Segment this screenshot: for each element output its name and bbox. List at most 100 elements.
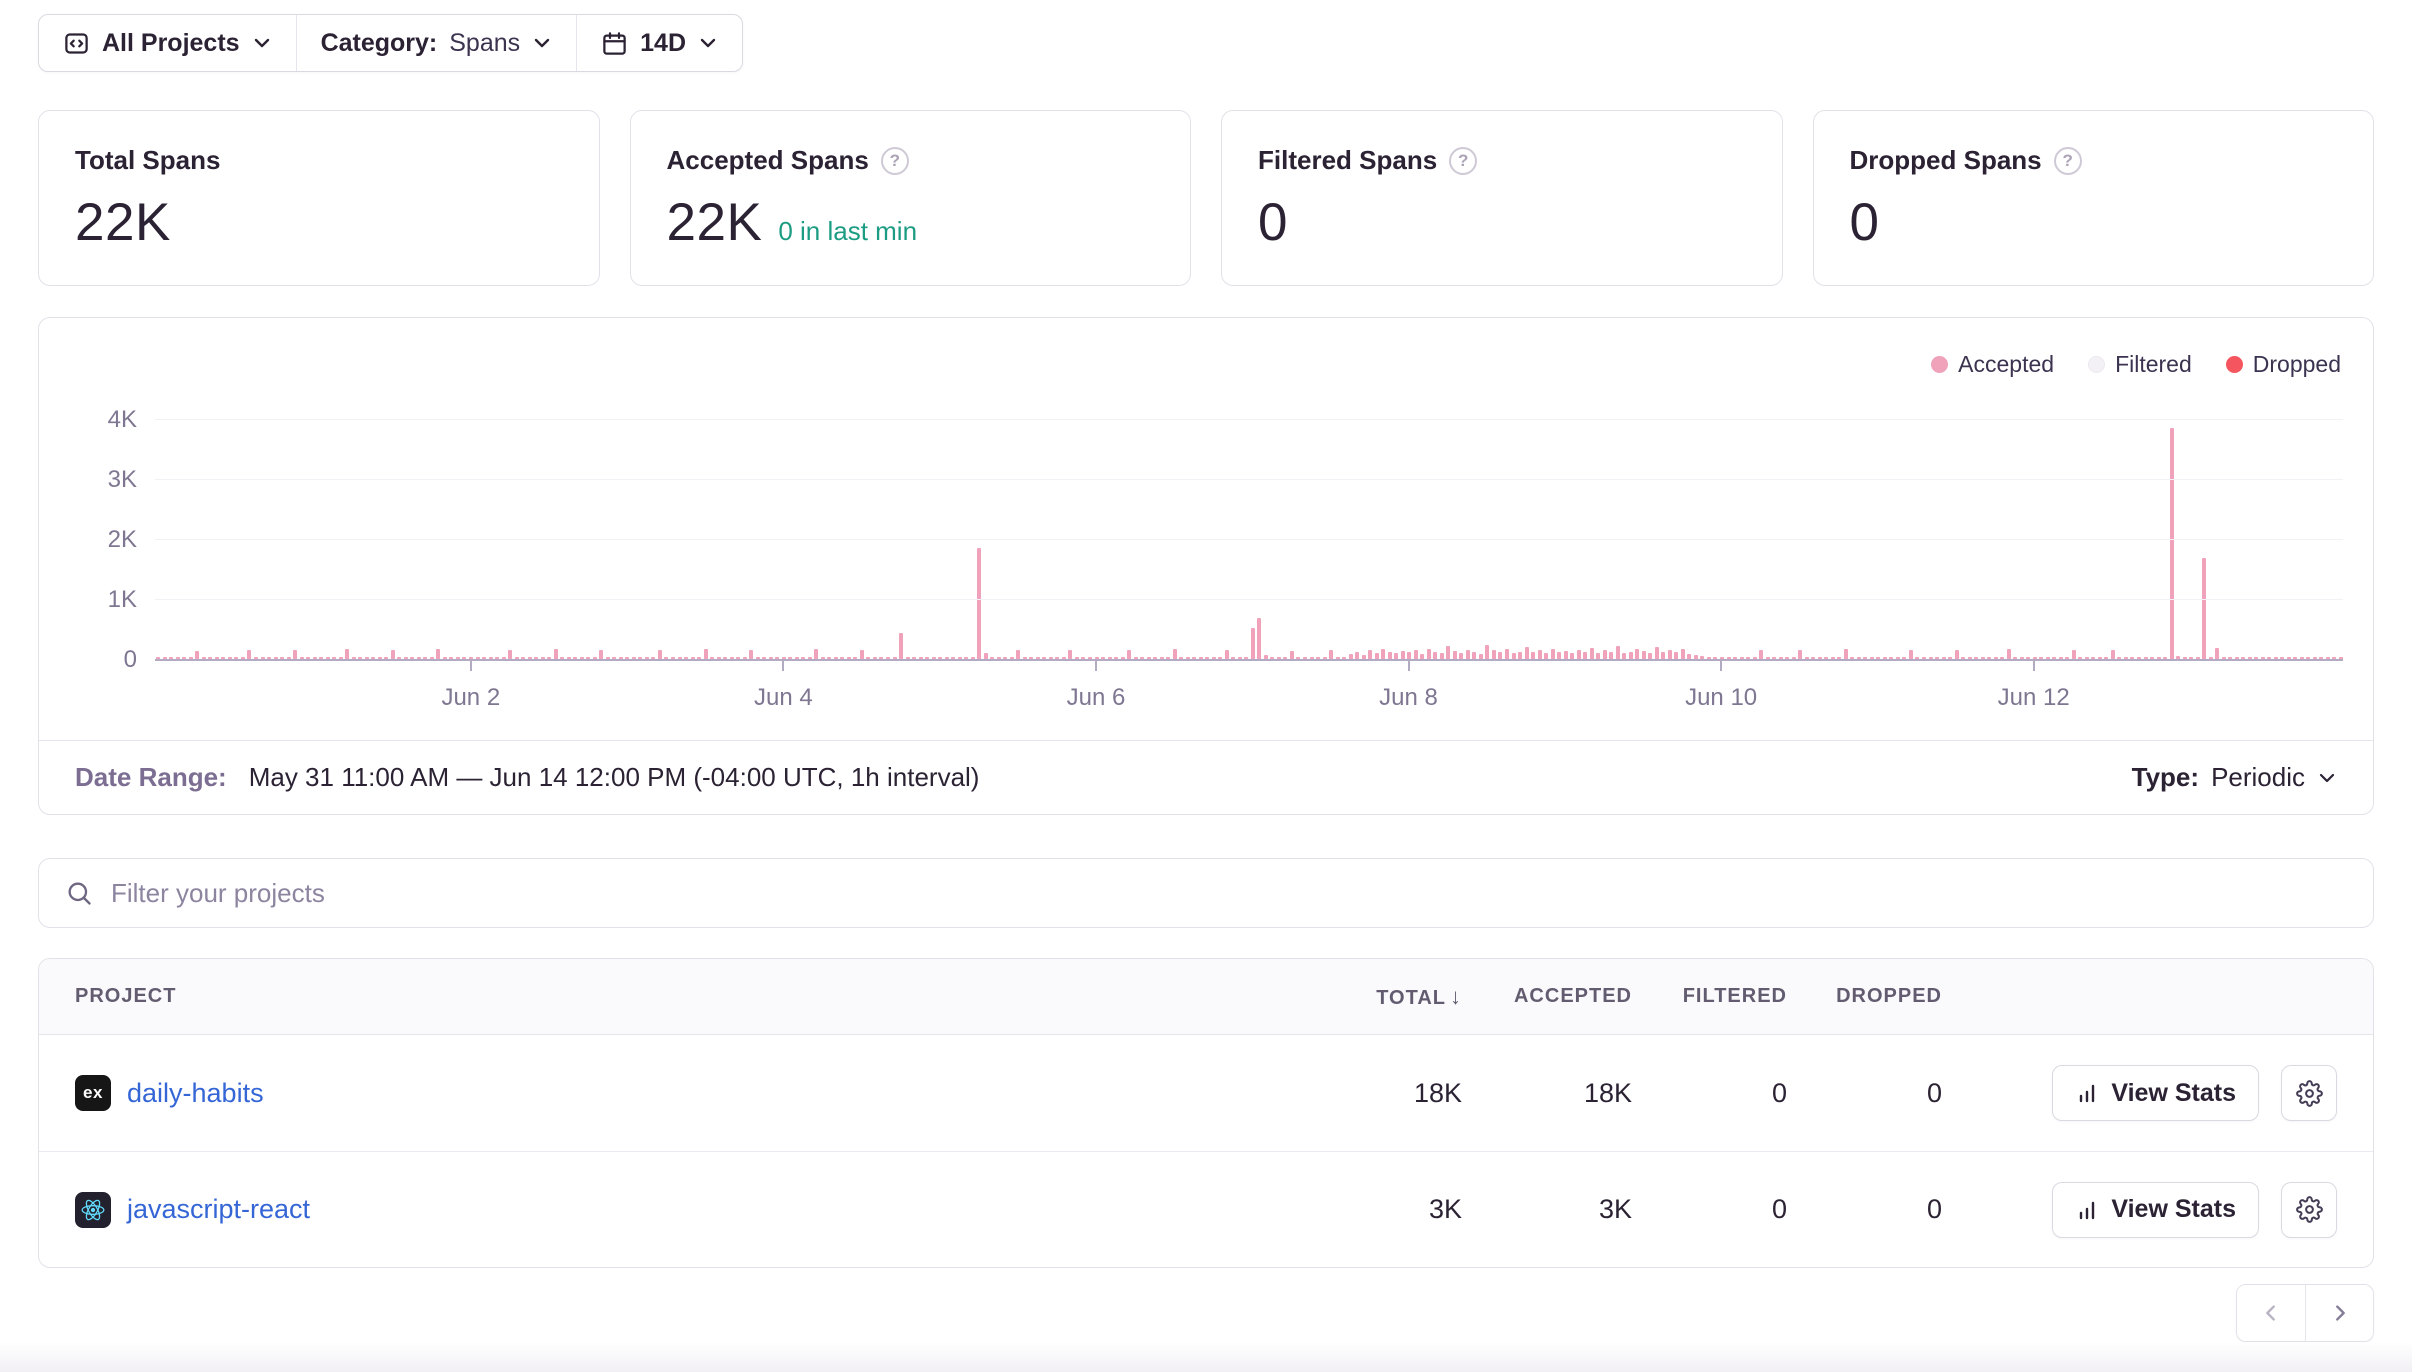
date-range-value: May 31 11:00 AM — Jun 14 12:00 PM (-04:0… bbox=[249, 762, 980, 793]
express-platform-icon: ex bbox=[75, 1075, 111, 1111]
x-tick-mark bbox=[782, 661, 784, 671]
calendar-icon bbox=[601, 30, 628, 57]
view-stats-label: View Stats bbox=[2111, 1079, 2236, 1108]
total-spans-card: Total Spans 22K bbox=[38, 110, 600, 286]
date-period-dropdown[interactable]: 14D bbox=[576, 15, 742, 71]
accepted-last-min: 0 in last min bbox=[778, 216, 917, 247]
chart-bars bbox=[155, 390, 2343, 660]
x-tick-mark bbox=[1095, 661, 1097, 671]
column-total-label: TOTAL bbox=[1376, 987, 1446, 1009]
column-project: PROJECT bbox=[75, 985, 1292, 1008]
project-filter-label: All Projects bbox=[102, 29, 240, 58]
chevron-down-icon bbox=[252, 33, 272, 53]
period-value: 14D bbox=[640, 29, 686, 58]
chart-bar bbox=[1485, 645, 1489, 660]
legend-label: Accepted bbox=[1958, 351, 2054, 378]
stat-cards: Total Spans 22K Accepted Spans ? 22K 0 i… bbox=[38, 110, 2374, 286]
column-accepted[interactable]: ACCEPTED bbox=[1462, 985, 1632, 1008]
card-title: Accepted Spans bbox=[667, 145, 869, 176]
legend-item-dropped[interactable]: Dropped bbox=[2226, 348, 2341, 380]
bar-chart-icon bbox=[2075, 1198, 2099, 1222]
column-total-sort[interactable]: TOTAL↓ bbox=[1292, 984, 1462, 1010]
date-range-label: Date Range: bbox=[75, 762, 227, 793]
usage-chart-card: Accepted Filtered Dropped 01K2K3K4K Jun … bbox=[38, 317, 2374, 815]
x-axis-label: Jun 2 bbox=[441, 684, 500, 712]
card-title: Filtered Spans bbox=[1258, 145, 1437, 176]
chart-bar bbox=[977, 548, 981, 660]
chart-footer: Date Range: May 31 11:00 AM — Jun 14 12:… bbox=[39, 740, 2373, 814]
column-dropped[interactable]: DROPPED bbox=[1787, 985, 1942, 1008]
next-page-button[interactable] bbox=[2305, 1285, 2373, 1341]
previous-page-button[interactable] bbox=[2237, 1285, 2305, 1341]
help-icon[interactable]: ? bbox=[881, 147, 909, 175]
legend-item-filtered[interactable]: Filtered bbox=[2088, 348, 2192, 380]
gear-icon bbox=[2296, 1080, 2323, 1107]
project-filter-dropdown[interactable]: All Projects bbox=[39, 15, 296, 71]
x-tick-mark bbox=[2033, 661, 2035, 671]
y-axis-label: 1K bbox=[108, 586, 137, 614]
chart-bar bbox=[1446, 646, 1450, 660]
view-stats-button[interactable]: View Stats bbox=[2052, 1182, 2259, 1238]
dropped-spans-card: Dropped Spans ? 0 bbox=[1813, 110, 2375, 286]
chart-x-axis: Jun 2Jun 4Jun 6Jun 8Jun 10Jun 12 bbox=[155, 660, 2343, 740]
filtered-dot-icon bbox=[2088, 356, 2105, 373]
help-icon[interactable]: ? bbox=[2054, 147, 2082, 175]
search-icon bbox=[65, 879, 93, 907]
type-dropdown[interactable]: Type: Periodic bbox=[2132, 762, 2337, 793]
dropped-spans-value: 0 bbox=[1850, 192, 1880, 253]
x-tick-mark bbox=[1720, 661, 1722, 671]
total-spans-value: 22K bbox=[75, 192, 171, 253]
table-row: ex daily-habits 18K 18K 0 0 View Stats bbox=[39, 1035, 2373, 1151]
filter-bar: All Projects Category: Spans 14D bbox=[38, 14, 743, 72]
accepted-spans-card: Accepted Spans ? 22K 0 in last min bbox=[630, 110, 1192, 286]
search-input[interactable] bbox=[111, 878, 2347, 909]
cell-total: 3K bbox=[1292, 1194, 1462, 1225]
x-tick-mark bbox=[470, 661, 472, 671]
table-header-row: PROJECT TOTAL↓ ACCEPTED FILTERED DROPPED bbox=[39, 959, 2373, 1035]
view-stats-label: View Stats bbox=[2111, 1195, 2236, 1224]
react-platform-icon bbox=[75, 1192, 111, 1228]
y-axis-label: 3K bbox=[108, 466, 137, 494]
category-filter-dropdown[interactable]: Category: Spans bbox=[296, 15, 577, 71]
gear-icon bbox=[2296, 1196, 2323, 1223]
gridline bbox=[155, 479, 2343, 480]
x-axis-label: Jun 6 bbox=[1067, 684, 1126, 712]
chart-bar bbox=[899, 633, 903, 660]
type-label: Type: bbox=[2132, 762, 2199, 793]
projects-table: PROJECT TOTAL↓ ACCEPTED FILTERED DROPPED… bbox=[38, 958, 2374, 1268]
project-settings-button[interactable] bbox=[2281, 1065, 2337, 1121]
gridline bbox=[155, 539, 2343, 540]
y-axis-label: 2K bbox=[108, 526, 137, 554]
cell-filtered: 0 bbox=[1632, 1194, 1787, 1225]
cell-total: 18K bbox=[1292, 1078, 1462, 1109]
chart-plot-area: 01K2K3K4K bbox=[155, 390, 2343, 660]
view-stats-button[interactable]: View Stats bbox=[2052, 1065, 2259, 1121]
help-icon[interactable]: ? bbox=[1449, 147, 1477, 175]
legend-item-accepted[interactable]: Accepted bbox=[1931, 348, 2054, 380]
chart-bar bbox=[1257, 618, 1261, 660]
cell-accepted: 18K bbox=[1462, 1078, 1632, 1109]
cell-filtered: 0 bbox=[1632, 1078, 1787, 1109]
accepted-dot-icon bbox=[1931, 356, 1948, 373]
category-label: Category: bbox=[321, 29, 438, 58]
bottom-edge-decoration bbox=[0, 1342, 2412, 1372]
column-filtered[interactable]: FILTERED bbox=[1632, 985, 1787, 1008]
x-axis-label: Jun 12 bbox=[1998, 684, 2070, 712]
project-link[interactable]: daily-habits bbox=[127, 1078, 264, 1109]
gridline bbox=[155, 419, 2343, 420]
accepted-spans-value: 22K bbox=[667, 192, 763, 253]
x-tick-mark bbox=[1408, 661, 1410, 671]
bar-chart-icon bbox=[2075, 1081, 2099, 1105]
chart-bar bbox=[2202, 558, 2206, 660]
x-axis-label: Jun 8 bbox=[1379, 684, 1438, 712]
filtered-spans-card: Filtered Spans ? 0 bbox=[1221, 110, 1783, 286]
chevron-down-icon bbox=[532, 33, 552, 53]
card-title: Total Spans bbox=[75, 145, 220, 176]
project-link[interactable]: javascript-react bbox=[127, 1194, 310, 1225]
x-axis-label: Jun 10 bbox=[1685, 684, 1757, 712]
category-value: Spans bbox=[449, 29, 520, 58]
legend-label: Filtered bbox=[2115, 351, 2192, 378]
card-title: Dropped Spans bbox=[1850, 145, 2042, 176]
chevron-down-icon bbox=[698, 33, 718, 53]
project-settings-button[interactable] bbox=[2281, 1182, 2337, 1238]
